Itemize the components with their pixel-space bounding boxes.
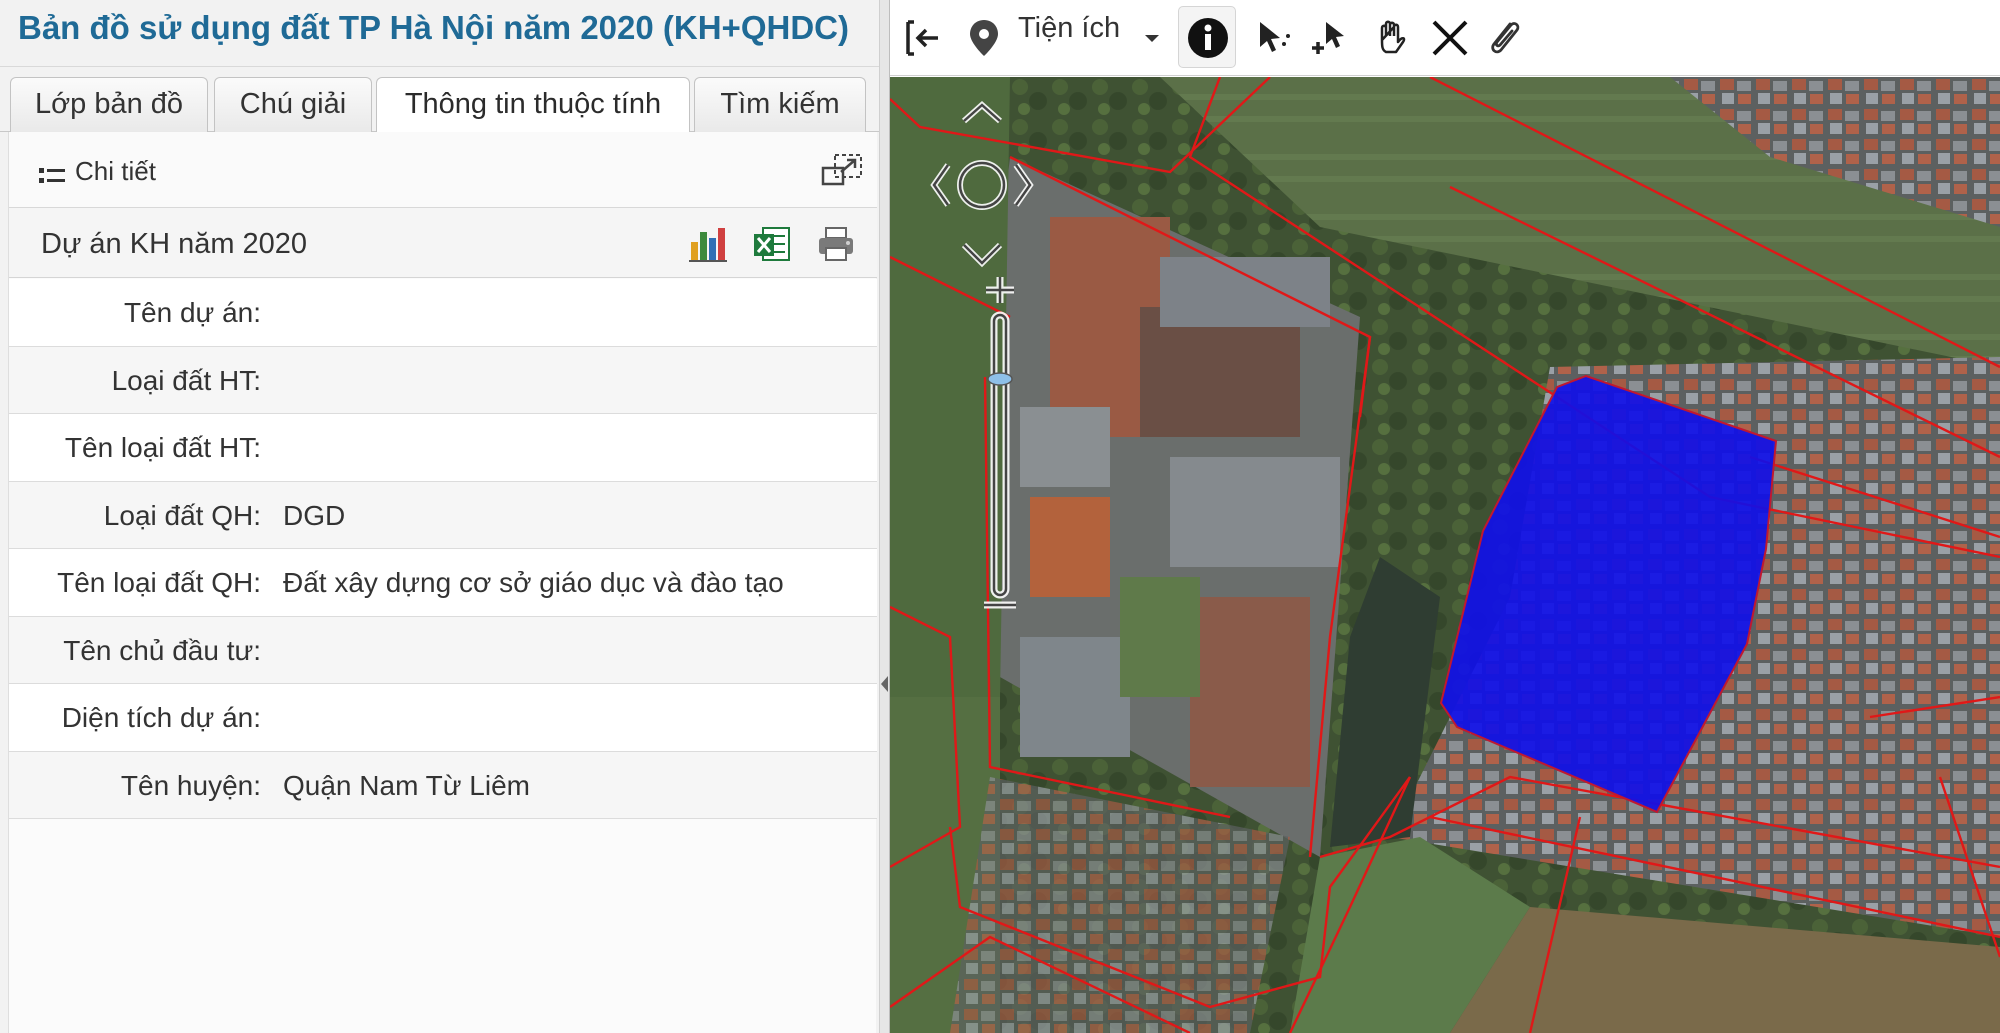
title-divider: [0, 66, 879, 67]
attr-key: Tên chủ đầu tư:: [63, 634, 261, 666]
detail-bar: Chi tiết: [9, 132, 877, 208]
info-tool-button[interactable]: [1178, 6, 1236, 68]
attribute-table: Tên dự án: Loại đất HT: Tên loại đất HT:…: [9, 279, 877, 819]
tab-search[interactable]: Tìm kiếm: [694, 77, 866, 132]
app-title: Bản đồ sử dụng đất TP Hà Nội năm 2020 (K…: [18, 9, 849, 46]
clear-icon[interactable]: [1426, 14, 1474, 62]
location-pin-icon[interactable]: [960, 14, 1008, 62]
table-row: Diện tích dự án:: [9, 684, 877, 752]
expand-icon[interactable]: [821, 152, 863, 188]
layer-header: Dự án KH năm 2020: [9, 208, 877, 278]
select-arrow-icon[interactable]: [1250, 14, 1298, 62]
tab-legend[interactable]: Chú giải: [214, 77, 372, 132]
excel-icon[interactable]: [751, 224, 793, 264]
attr-value: DGD: [283, 499, 346, 531]
layer-name: Dự án KH năm 2020: [41, 228, 308, 260]
table-row: Tên chủ đầu tư:: [9, 616, 877, 684]
zoom-slider[interactable]: [980, 275, 1020, 615]
map-view[interactable]: [890, 77, 2000, 1033]
left-panel: Bản đồ sử dụng đất TP Hà Nội năm 2020 (K…: [0, 0, 880, 1033]
attr-value: Quận Nam Từ Liêm: [283, 769, 530, 801]
tab-bar: Lớp bản đồ Chú giải Thông tin thuộc tính…: [0, 68, 879, 134]
attr-key: Tên dự án:: [123, 297, 261, 328]
satellite-imagery: [890, 77, 2000, 1033]
table-row: Loại đất HT:: [9, 346, 877, 414]
attr-key: Diện tích dự án:: [61, 702, 261, 733]
select-add-icon[interactable]: [1308, 14, 1356, 62]
tab-attribute-info[interactable]: Thông tin thuộc tính: [376, 77, 690, 134]
panel-splitter[interactable]: [880, 0, 890, 1033]
pan-control[interactable]: [918, 99, 1048, 269]
zoom-thumb[interactable]: [987, 372, 1013, 386]
attribute-panel: Chi tiết Dự án KH năm 2020 Tên dự án: Lo…: [8, 132, 877, 1033]
attr-key: Loại đất QH:: [103, 499, 261, 531]
detail-label[interactable]: Chi tiết: [75, 156, 156, 187]
list-icon: [39, 168, 65, 183]
attr-key: Tên huyện:: [120, 769, 261, 801]
dropdown-caret-icon[interactable]: [1142, 28, 1162, 48]
utilities-menu[interactable]: Tiện ích: [1018, 12, 1120, 45]
table-row: Loại đất QH: DGD: [9, 481, 877, 549]
table-row: Tên dự án:: [9, 279, 877, 347]
info-icon: [1188, 18, 1228, 58]
attach-icon[interactable]: [1480, 14, 1528, 62]
attr-key: Tên loại đất QH:: [57, 567, 261, 598]
print-icon[interactable]: [815, 224, 857, 264]
pan-hand-icon[interactable]: [1368, 14, 1416, 62]
table-row: Tên loại đất QH: Đất xây dựng cơ sở giáo…: [9, 549, 877, 617]
chart-icon[interactable]: [687, 224, 729, 264]
map-toolbar: Tiện ích: [890, 0, 2000, 76]
attr-value: Đất xây dựng cơ sở giáo dục và đào tạo: [283, 567, 784, 598]
attr-key: Tên loại đất HT:: [64, 432, 261, 463]
table-row: Tên loại đất HT:: [9, 414, 877, 482]
attr-key: Loại đất HT:: [111, 364, 261, 396]
tab-map-layers[interactable]: Lớp bản đồ: [10, 77, 208, 132]
table-row: Tên huyện: Quận Nam Từ Liêm: [9, 751, 877, 819]
exit-icon[interactable]: [900, 14, 948, 62]
